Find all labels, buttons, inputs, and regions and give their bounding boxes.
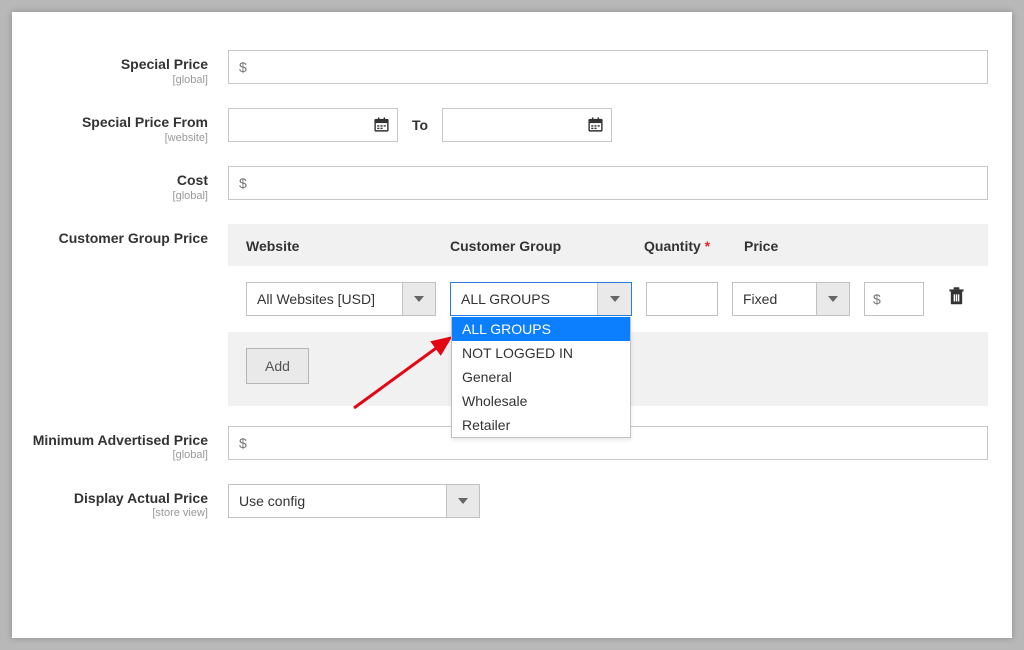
dropdown-option[interactable]: ALL GROUPS [452,317,630,341]
field-label: Special Price From [28,114,208,131]
pricing-form-window: Special Price [global] Special Price Fro… [12,12,1012,638]
group-headers: Website Customer Group Quantity * Price [228,224,988,266]
label-col: Customer Group Price [28,224,228,247]
control-col [228,50,988,84]
header-website: Website [246,238,436,254]
field-label: Display Actual Price [28,490,208,507]
field-label: Cost [28,172,208,189]
row-display-actual-price: Display Actual Price [store view] Use co… [28,484,988,520]
field-scope: [global] [28,190,208,202]
dropdown-option[interactable]: Retailer [452,413,630,437]
field-scope: [global] [28,74,208,86]
add-button[interactable]: Add [246,348,309,384]
field-scope: [global] [28,449,208,461]
trash-icon[interactable] [948,287,965,311]
field-scope: [website] [28,132,208,144]
group-price-row: All Websites [USD] ALL GROUPS ALL GROUPS [228,266,988,332]
price-input[interactable] [864,282,924,316]
date-to-wrap [442,108,612,142]
select-value: ALL GROUPS [451,283,597,315]
label-col: Special Price From [website] [28,108,228,144]
control-col: To [228,108,988,142]
customer-group-select[interactable]: ALL GROUPS ALL GROUPS NOT LOGGED IN Gene… [450,282,632,316]
field-label: Special Price [28,56,208,73]
label-col: Minimum Advertised Price [global] [28,426,228,462]
row-special-price-from: Special Price From [website] To [28,108,988,144]
control-col [228,166,988,200]
header-customer-group: Customer Group [450,238,630,254]
calendar-icon[interactable] [587,116,604,138]
dropdown-option[interactable]: Wholesale [452,389,630,413]
display-price-select[interactable]: Use config [228,484,480,518]
website-select[interactable]: All Websites [USD] [246,282,436,316]
dropdown-option[interactable]: NOT LOGGED IN [452,341,630,365]
row-special-price: Special Price [global] [28,50,988,86]
calendar-icon[interactable] [373,116,390,138]
label-col: Display Actual Price [store view] [28,484,228,520]
label-col: Special Price [global] [28,50,228,86]
control-col: Website Customer Group Quantity * Price … [228,224,988,406]
dropdown-option[interactable]: General [452,365,630,389]
select-value: All Websites [USD] [246,282,402,316]
header-price: Price [744,238,970,254]
chevron-down-icon[interactable] [446,484,480,518]
cost-input[interactable] [228,166,988,200]
required-star: * [705,238,710,254]
chevron-down-icon[interactable] [816,282,850,316]
group-price-block: Website Customer Group Quantity * Price … [228,224,988,406]
field-scope: [store view] [28,507,208,519]
row-customer-group-price: Customer Group Price Website Customer Gr… [28,224,988,406]
header-quantity: Quantity * [644,238,730,254]
price-type-select[interactable]: Fixed [732,282,850,316]
special-price-input[interactable] [228,50,988,84]
label-col: Cost [global] [28,166,228,202]
date-from-wrap [228,108,398,142]
chevron-down-icon[interactable] [402,282,436,316]
row-cost: Cost [global] [28,166,988,202]
field-label: Minimum Advertised Price [28,432,208,449]
quantity-input[interactable] [646,282,718,316]
control-col: Use config [228,484,988,518]
chevron-down-icon[interactable] [597,283,631,315]
select-value: Use config [228,484,446,518]
to-label: To [412,117,428,133]
field-label: Customer Group Price [28,230,208,247]
select-value: Fixed [732,282,816,316]
customer-group-dropdown: ALL GROUPS NOT LOGGED IN General Wholesa… [451,317,631,438]
